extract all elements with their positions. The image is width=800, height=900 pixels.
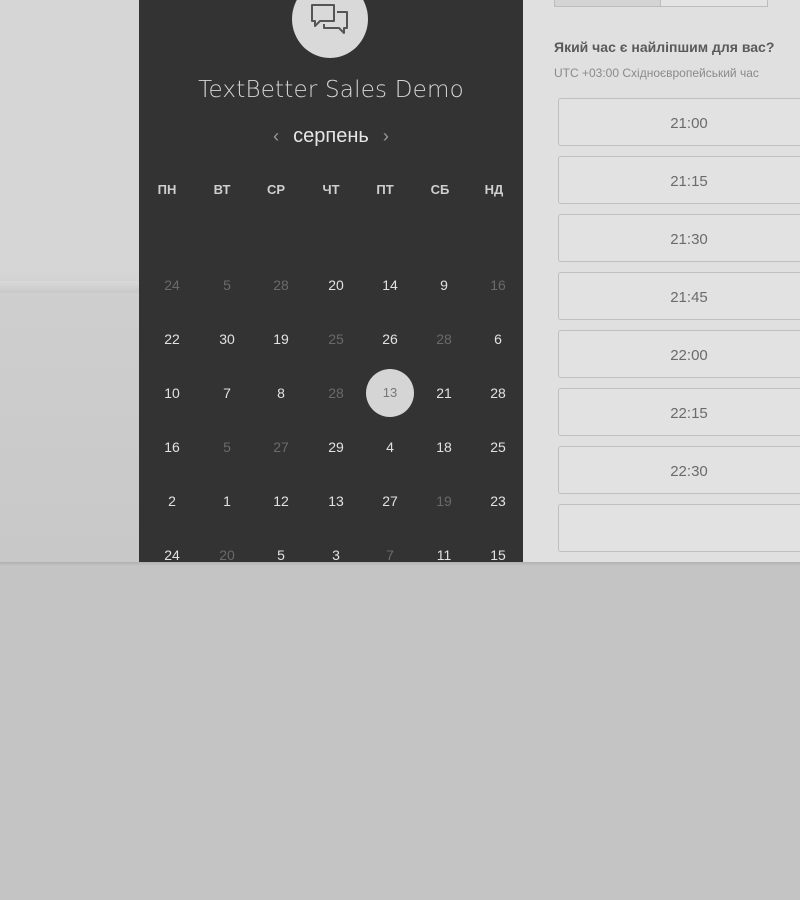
time-slot-button[interactable]	[558, 504, 800, 552]
weekday-label: СБ	[430, 182, 450, 197]
calendar-day: 24	[164, 277, 180, 293]
time-slot-label: 22:00	[670, 347, 708, 364]
weekday-label: НД	[484, 182, 504, 197]
calendar-day: 16	[490, 277, 506, 293]
panel-shadow	[0, 562, 800, 566]
time-slot-button[interactable]: 22:15	[558, 388, 800, 436]
calendar-day[interactable]: 1	[207, 491, 247, 511]
time-slot-button[interactable]: 22:00	[558, 330, 800, 378]
calendar-day[interactable]: 26	[370, 329, 410, 349]
calendar-day[interactable]: 27	[370, 491, 410, 511]
weekday-label: ВТ	[213, 182, 231, 197]
calendar-day: 28	[436, 331, 452, 347]
calendar-day[interactable]: 10	[152, 383, 192, 403]
calendar-day: 19	[436, 493, 452, 509]
calendar-day: 25	[328, 331, 344, 347]
logo-avatar	[292, 0, 368, 58]
time-slot-button[interactable]: 21:30	[558, 214, 800, 262]
calendar-day[interactable]: 25	[478, 437, 518, 457]
weekday-label: СР	[266, 182, 286, 197]
backdrop-band	[0, 281, 140, 293]
time-slot-button[interactable]: 21:00	[558, 98, 800, 146]
calendar-day[interactable]: 18	[424, 437, 464, 457]
calendar-day[interactable]: 24	[152, 545, 192, 562]
calendar-day[interactable]: 4	[370, 437, 410, 457]
calendar-day[interactable]: 21	[424, 383, 464, 403]
calendar-day[interactable]: 16	[152, 437, 192, 457]
chevron-right-icon[interactable]: ›	[383, 127, 389, 145]
calendar-day: 20	[219, 547, 235, 562]
event-title: TextBetter Sales Demo	[198, 77, 464, 103]
calendar-day: 28	[328, 385, 344, 401]
calendar-day[interactable]: 13	[316, 491, 356, 511]
calendar-day[interactable]: 30	[207, 329, 247, 349]
calendar-day[interactable]: 5	[261, 545, 301, 562]
calendar-day: 5	[223, 439, 231, 455]
month-navigation: ‹ серпень ›	[139, 122, 523, 150]
view-toggle-option[interactable]	[555, 0, 661, 6]
timezone-label[interactable]: UTC +03:00 Східноєвропейський час	[554, 66, 759, 80]
calendar-day: 28	[273, 277, 289, 293]
calendar-day[interactable]: 2	[152, 491, 192, 511]
calendar-day[interactable]: 29	[316, 437, 356, 457]
time-picker-panel: Який час є найліпшим для вас? UTC +03:00…	[523, 0, 800, 562]
time-slot-label: 22:30	[670, 463, 708, 480]
time-slot-button[interactable]: 22:30	[558, 446, 800, 494]
calendar-day[interactable]: 12	[261, 491, 301, 511]
calendar-day[interactable]: 28	[478, 383, 518, 403]
calendar-panel: TextBetter Sales Demo ‹ серпень › ПН ВТ СР…	[139, 0, 523, 562]
weekday-label: ЧТ	[322, 182, 340, 197]
time-slot-label: 21:30	[670, 231, 708, 248]
weekday-label: ПТ	[376, 182, 394, 197]
calendar-day[interactable]: 15	[478, 545, 518, 562]
time-slot-label: 21:45	[670, 289, 708, 306]
calendar-day[interactable]: 14	[370, 275, 410, 295]
calendar-day[interactable]: 11	[424, 545, 464, 562]
time-slot-button[interactable]: 21:15	[558, 156, 800, 204]
time-slot-label: 21:15	[670, 173, 708, 190]
calendar-day-selected[interactable]: 13	[366, 369, 414, 417]
calendar-day: 7	[386, 547, 394, 562]
calendar-day[interactable]: 8	[261, 383, 301, 403]
time-question: Який час є найліпшим для вас?	[554, 39, 775, 55]
calendar-day[interactable]: 23	[478, 491, 518, 511]
calendar-day[interactable]: 9	[424, 275, 464, 295]
calendar-day[interactable]: 6	[478, 329, 518, 349]
calendar-day: 27	[273, 439, 289, 455]
view-toggle[interactable]	[554, 0, 768, 7]
time-slot-label: 21:00	[670, 115, 708, 132]
time-slot-label: 22:15	[670, 405, 708, 422]
chat-bubbles-icon	[311, 4, 348, 34]
month-label: серпень	[293, 124, 369, 147]
calendar-day[interactable]: 19	[261, 329, 301, 349]
time-slot-button[interactable]: 21:45	[558, 272, 800, 320]
calendar-day[interactable]: 20	[316, 275, 356, 295]
calendar-day[interactable]: 7	[207, 383, 247, 403]
chevron-left-icon[interactable]: ‹	[273, 127, 279, 145]
weekday-header: ПН ВТ СР ЧТ ПТ СБ НД	[139, 182, 523, 200]
calendar-day[interactable]: 3	[316, 545, 356, 562]
calendar-day: 5	[223, 277, 231, 293]
calendar-day[interactable]: 22	[152, 329, 192, 349]
weekday-label: ПН	[157, 182, 177, 197]
